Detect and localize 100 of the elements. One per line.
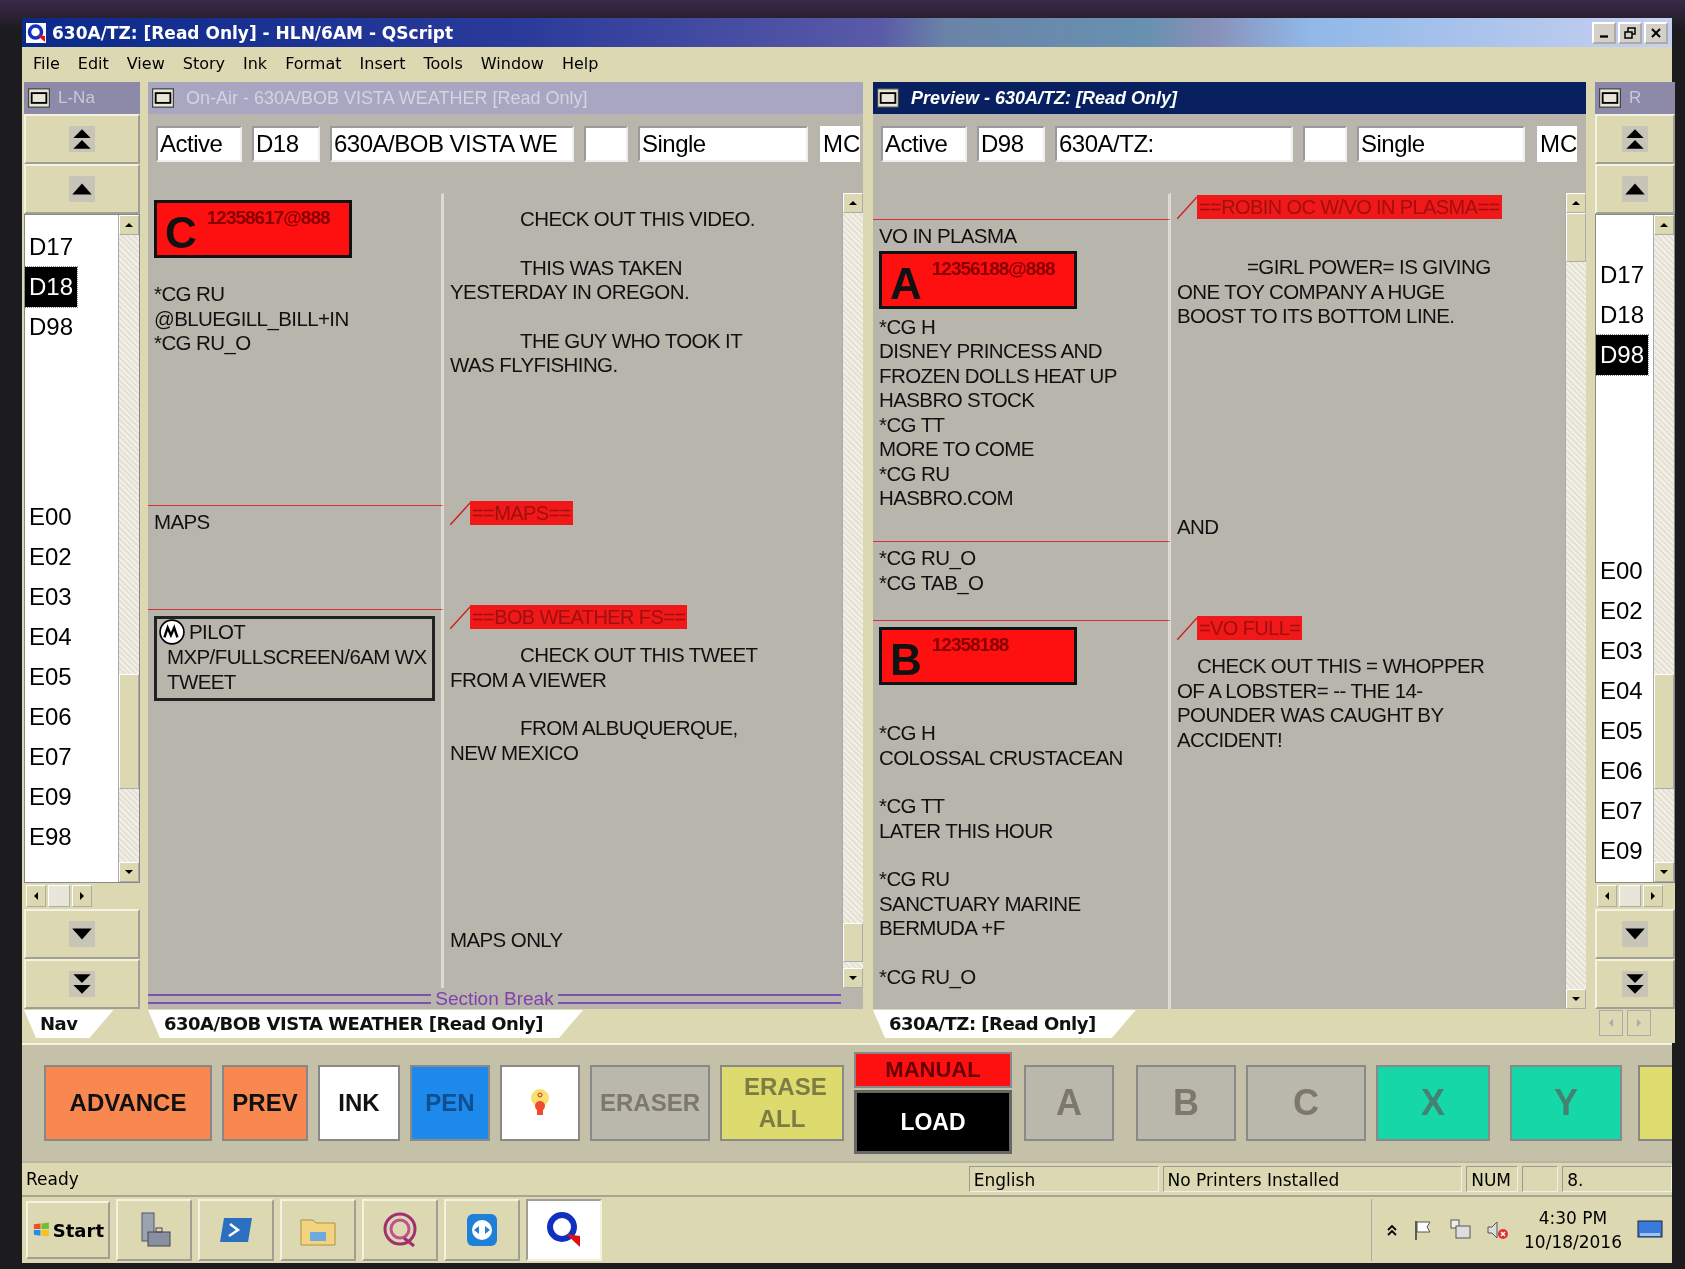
window-menu-icon[interactable] xyxy=(152,88,174,108)
story-field[interactable]: Single xyxy=(638,126,808,162)
scroll-bar[interactable] xyxy=(842,193,863,988)
story-list-item[interactable]: D17 xyxy=(25,227,78,267)
story-list-item[interactable]: E06 xyxy=(25,697,76,737)
story-field[interactable]: 630A/BOB VISTA WE xyxy=(330,126,574,162)
story-list-item[interactable]: D98 xyxy=(1596,335,1649,375)
first-button[interactable] xyxy=(1595,114,1675,164)
load-button[interactable]: LOAD xyxy=(854,1090,1012,1154)
taskbar-button[interactable] xyxy=(116,1199,192,1261)
next-button[interactable] xyxy=(1595,909,1675,959)
last-button[interactable] xyxy=(24,959,140,1009)
camera-letter: B xyxy=(890,638,922,682)
menu-item[interactable]: View xyxy=(117,54,174,73)
menu-item[interactable]: Format xyxy=(276,54,351,73)
story-list-item[interactable]: E07 xyxy=(1596,791,1647,831)
scroll-bar[interactable] xyxy=(1653,215,1674,882)
pane-title: Preview - 630A/TZ: [Read Only] xyxy=(911,87,1178,109)
status-message: Ready xyxy=(25,1168,80,1191)
story-field[interactable]: Active xyxy=(881,126,967,162)
story-list-item[interactable]: D98 xyxy=(25,307,78,347)
graphics-cue-title: PILOT xyxy=(189,619,246,645)
minimize-icon xyxy=(1600,35,1608,38)
menu-item[interactable]: Tools xyxy=(414,54,472,73)
mode-field[interactable]: MC xyxy=(820,126,860,162)
story-list-item[interactable]: E03 xyxy=(1596,631,1647,671)
scroll-thumb[interactable] xyxy=(843,922,863,963)
story-field[interactable]: D98 xyxy=(977,126,1045,162)
start-button[interactable]: Start xyxy=(26,1201,110,1259)
story-list-item[interactable]: E00 xyxy=(1596,551,1647,591)
menu-item[interactable]: Story xyxy=(173,54,234,73)
menu-item[interactable]: Window xyxy=(471,54,553,73)
story-field[interactable]: 630A/TZ: xyxy=(1055,126,1293,162)
last-button[interactable] xyxy=(1595,959,1675,1009)
scroll-bar[interactable] xyxy=(1565,193,1586,1009)
scroll-thumb[interactable] xyxy=(1619,885,1641,907)
close-icon xyxy=(1650,26,1662,39)
flag-icon[interactable] xyxy=(1412,1219,1434,1241)
story-list-item[interactable]: E09 xyxy=(1596,831,1647,871)
document-tab[interactable]: 630A/BOB VISTA WEATHER [Read Only] xyxy=(148,1010,584,1038)
production-cue-text: *CG RU_O *CG TAB_O xyxy=(879,546,985,595)
story-list-item[interactable]: D18 xyxy=(25,267,78,307)
printer-status: No Printers Installed xyxy=(1162,1166,1463,1192)
window-menu-icon[interactable] xyxy=(28,88,50,108)
document-tab[interactable]: 630A/TZ: [Read Only] xyxy=(873,1010,1136,1038)
menu-item[interactable]: Help xyxy=(552,54,608,73)
story-list-item[interactable]: E09 xyxy=(25,777,76,817)
window-menu-icon[interactable] xyxy=(1599,88,1621,108)
chevron-up-icon[interactable] xyxy=(1386,1223,1398,1237)
story-list-item[interactable]: D18 xyxy=(1596,295,1649,335)
script-paragraph: FROM ALBUQUERQUE, NEW MEXICO xyxy=(450,716,739,765)
story-list-item[interactable]: E07 xyxy=(25,737,76,777)
previous-button[interactable] xyxy=(1595,164,1675,214)
story-field[interactable] xyxy=(584,126,628,162)
story-list-item[interactable]: E98 xyxy=(25,817,76,857)
taskbar-button[interactable] xyxy=(362,1199,438,1261)
menu-item[interactable]: Insert xyxy=(350,54,415,73)
production-cue-text: VO IN PLASMA xyxy=(879,224,1018,249)
toolbar-button[interactable]: ADVANCE xyxy=(44,1065,212,1141)
restore-button[interactable] xyxy=(1618,21,1642,44)
taskbar-button[interactable] xyxy=(444,1199,520,1261)
first-button[interactable] xyxy=(24,114,140,164)
scroll-bar[interactable] xyxy=(118,215,139,882)
scroll-thumb[interactable] xyxy=(1566,213,1586,262)
story-field[interactable]: D18 xyxy=(252,126,320,162)
close-button[interactable] xyxy=(1644,21,1668,44)
story-list-item[interactable]: E05 xyxy=(25,657,76,697)
story-list-item[interactable]: E02 xyxy=(25,537,76,577)
story-list-item[interactable]: E06 xyxy=(1596,751,1647,791)
taskbar-button[interactable] xyxy=(526,1199,602,1261)
menu-item[interactable]: Edit xyxy=(68,54,118,73)
story-list-item[interactable]: E05 xyxy=(1596,711,1647,751)
toolbar-button[interactable]: INK xyxy=(318,1065,400,1141)
network-icon[interactable] xyxy=(1448,1218,1472,1242)
mode-field[interactable]: MC xyxy=(1537,126,1577,162)
story-list-item[interactable]: E03 xyxy=(25,577,76,617)
camera-letter: A xyxy=(890,261,922,306)
story-field[interactable] xyxy=(1303,126,1347,162)
story-list-item[interactable]: D17 xyxy=(1596,255,1649,295)
menu-item[interactable]: File xyxy=(24,54,69,73)
document-tab[interactable]: Nav xyxy=(24,1010,114,1038)
horizontal-scroll-bar[interactable] xyxy=(1595,883,1675,909)
story-field[interactable]: Active xyxy=(156,126,242,162)
clock-date[interactable]: 10/18/2016 xyxy=(1524,1232,1622,1252)
script-paragraph: CHECK OUT THIS VIDEO. xyxy=(519,207,756,232)
minimize-button[interactable] xyxy=(1592,21,1616,44)
taskbar-button[interactable] xyxy=(198,1199,274,1261)
window-menu-icon[interactable] xyxy=(877,88,899,108)
scroll-thumb[interactable] xyxy=(48,885,70,907)
lightbulb-button[interactable] xyxy=(500,1065,580,1141)
story-list-item[interactable]: E02 xyxy=(1596,591,1647,631)
story-list-item[interactable]: E04 xyxy=(1596,671,1647,711)
toolbar-button[interactable]: PREV xyxy=(222,1065,308,1141)
scroll-thumb[interactable] xyxy=(1654,673,1674,789)
story-list-item[interactable]: E04 xyxy=(25,617,76,657)
story-list-item[interactable]: E00 xyxy=(25,497,76,537)
clock-time[interactable]: 4:30 PM xyxy=(1538,1208,1608,1228)
scroll-thumb[interactable] xyxy=(119,673,139,789)
story-field[interactable]: Single xyxy=(1357,126,1525,162)
menu-item[interactable]: Ink xyxy=(234,54,277,73)
